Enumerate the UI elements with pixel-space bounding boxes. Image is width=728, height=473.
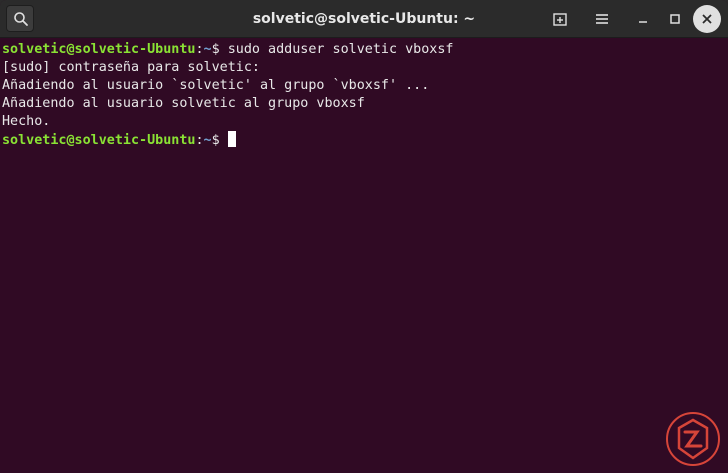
window-title-container: solvetic@solvetic-Ubuntu: ~ [0,0,728,38]
solvetic-logo-icon [666,412,720,466]
output-line: Hecho. [2,114,51,129]
output-line: Añadiendo al usuario `solvetic' al grupo… [2,78,430,93]
prompt-sign: $ [211,133,228,148]
hamburger-menu-icon [596,14,608,24]
window-title: solvetic@solvetic-Ubuntu: ~ [252,11,476,27]
search-button[interactable] [6,5,34,32]
prompt-user-host: solvetic@solvetic-Ubuntu [2,133,196,148]
prompt-user-host: solvetic@solvetic-Ubuntu [2,42,196,57]
output-line: [sudo] contraseña para solvetic: [2,60,260,75]
output-line: Añadiendo al usuario solvetic al grupo v… [2,96,365,111]
command-text: sudo adduser solvetic vboxsf [227,42,454,57]
command-line: solvetic@solvetic-Ubuntu:~$ sudo adduser… [0,41,728,59]
close-button[interactable] [693,5,721,33]
prompt-path: ~ [203,133,212,148]
minimize-icon [639,21,647,23]
prompt-colon: : [195,42,204,57]
menu-button[interactable] [588,5,616,33]
terminal-window: solvetic@solvetic-Ubuntu: ~ solvetic@sol… [0,0,728,473]
terminal-area[interactable]: solvetic@solvetic-Ubuntu:~$ sudo adduser… [0,38,728,473]
prompt-sign: $ [211,42,228,57]
text-cursor [227,131,236,147]
minimize-button[interactable] [629,5,657,33]
new-tab-button[interactable] [546,5,574,33]
prompt-colon: : [195,133,204,148]
close-icon [702,14,712,24]
new-tab-icon [553,13,567,26]
maximize-icon [670,14,680,24]
maximize-button[interactable] [661,5,689,33]
title-bar[interactable]: solvetic@solvetic-Ubuntu: ~ [0,0,728,38]
search-icon [14,12,28,26]
current-prompt-line[interactable]: solvetic@solvetic-Ubuntu:~$ [0,131,728,149]
prompt-path: ~ [203,42,212,57]
